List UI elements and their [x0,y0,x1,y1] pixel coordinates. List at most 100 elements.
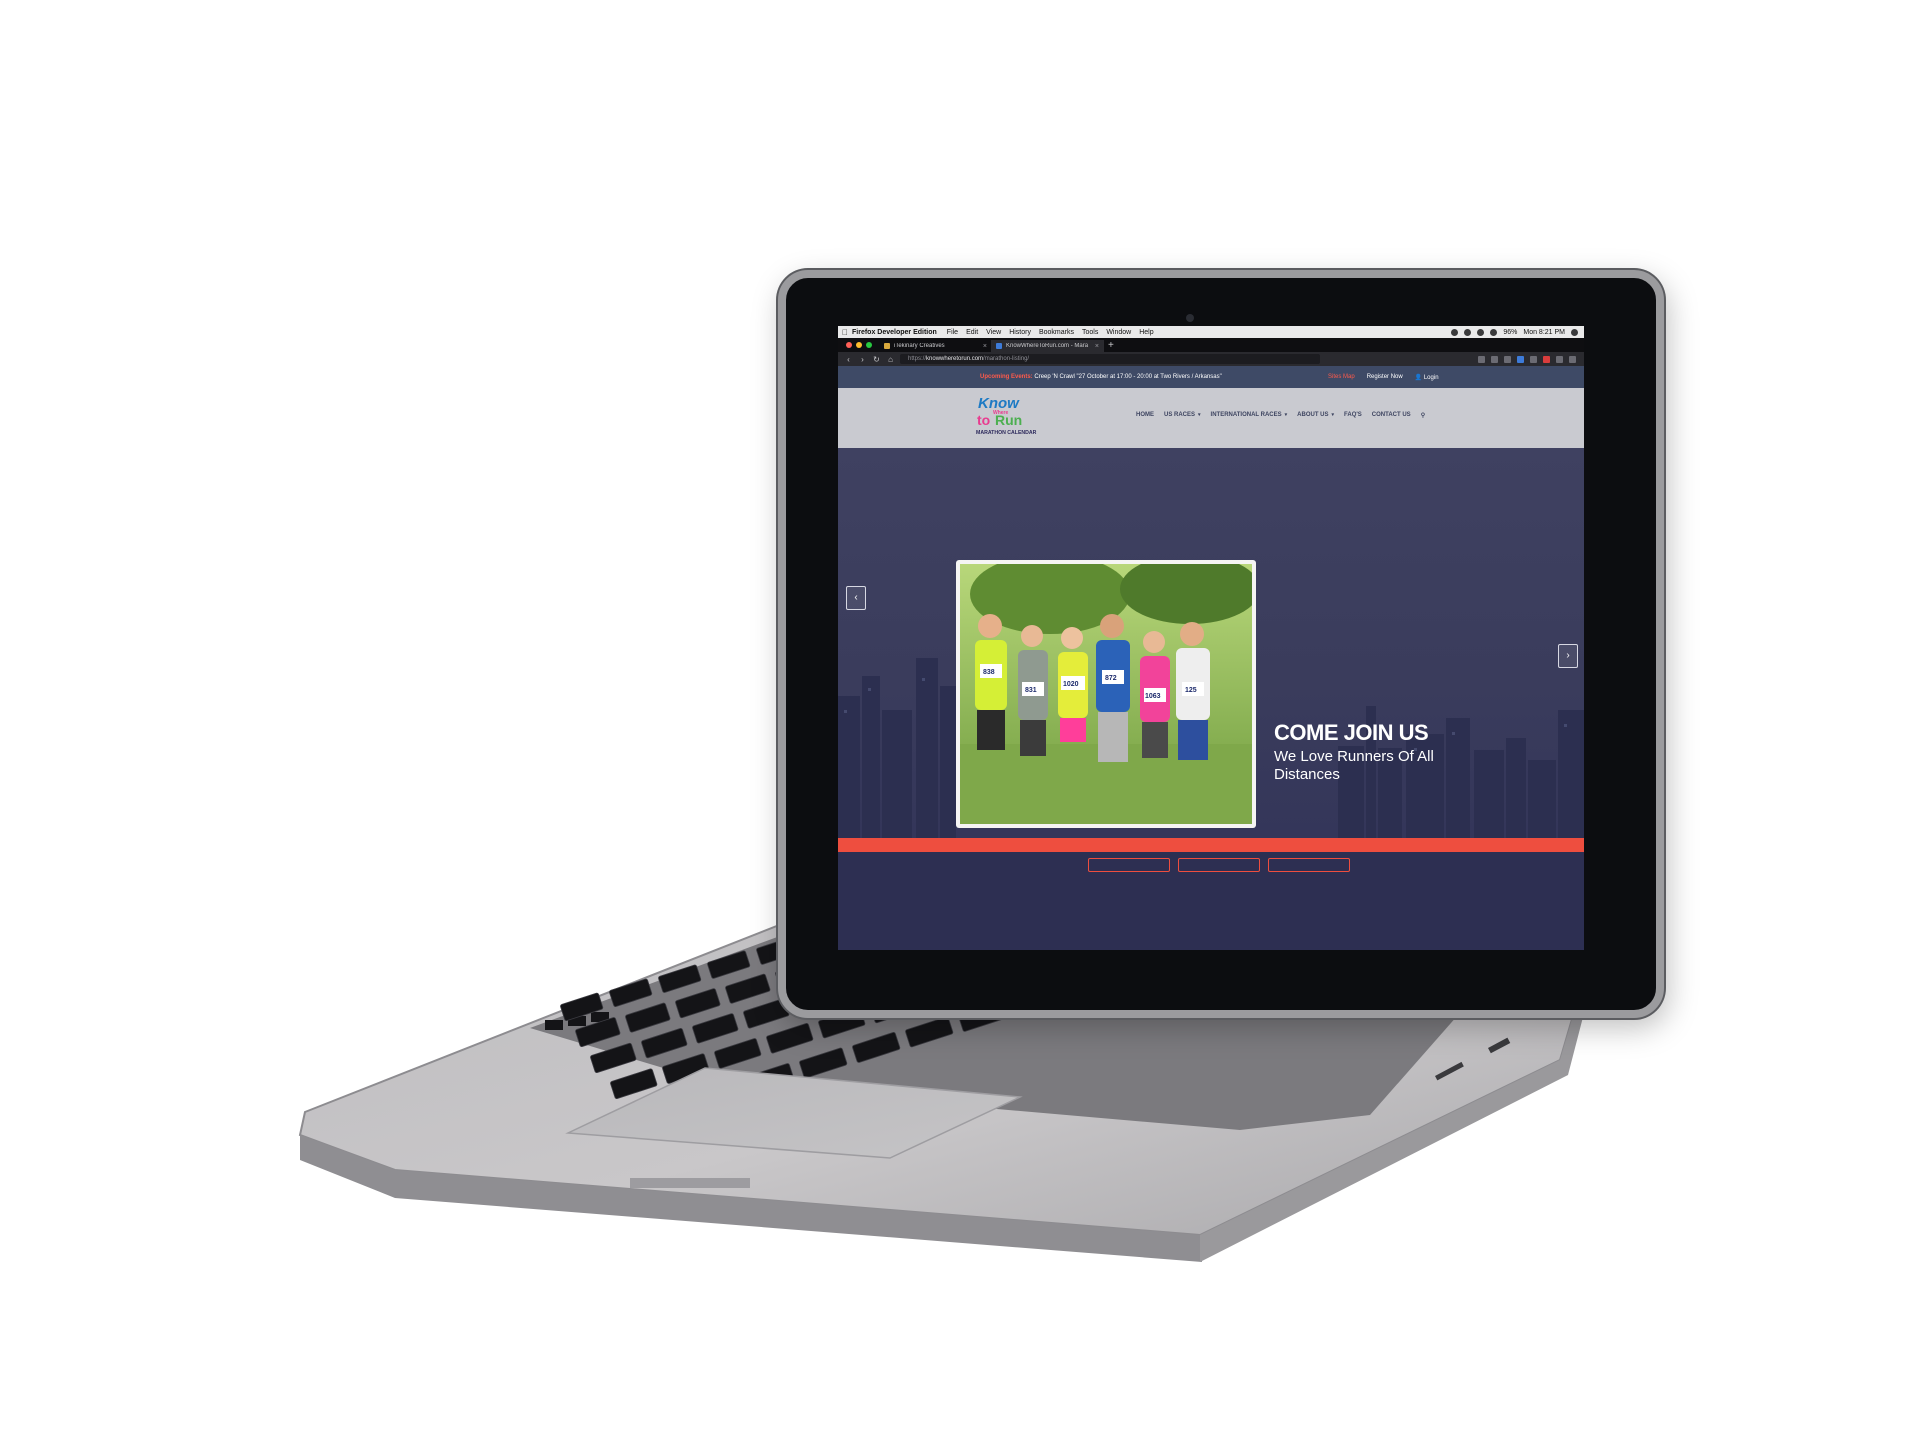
main-nav: HOME US RACES ▾ INTERNATIONAL RACES ▾ ABOU… [1136,412,1425,419]
status-icon[interactable] [1477,328,1485,336]
upcoming-event-link[interactable]: Creep 'N Crawl "27 October at 17:00 - 20… [1034,374,1221,380]
accent-bar [838,838,1584,852]
tab-favicon-icon [996,343,1002,349]
nav-us-races-label: US RACES [1164,412,1196,418]
menu-edit[interactable]: Edit [966,329,978,336]
login-link[interactable]: 👤 Login [1415,374,1439,381]
hero-slider: ‹ › 838 831 1020 872 1063 125 COME JOIN … [838,448,1584,838]
upcoming-events: Upcoming Events: Creep 'N Crawl "27 Octo… [980,374,1222,380]
minimize-window-icon[interactable] [856,342,862,348]
chevron-down-icon: ▾ [1331,412,1335,418]
macos-menubar:  Firefox Developer Edition File Edit Vi… [838,326,1584,338]
login-label: Login [1423,375,1439,381]
bib-number: 872 [1105,675,1117,682]
slider-prev-button[interactable]: ‹ [846,586,866,610]
web-page: Upcoming Events: Creep 'N Crawl "27 Octo… [838,366,1584,950]
menubar-clock[interactable]: Mon 8:21 PM [1523,329,1565,336]
nav-home[interactable]: HOME [1136,412,1154,419]
browser-tabbar: iTekinary Creatives × KnowWhereToRun.com… [838,338,1584,352]
nav-contact-us[interactable]: CONTACT US [1372,412,1411,419]
search-icon[interactable]: ⚲ [1421,412,1425,419]
url-domain: knowwheretorun.com [926,356,984,362]
window-controls [838,342,880,348]
chevron-down-icon: ▾ [1198,412,1201,418]
menu-history[interactable]: History [1009,329,1031,336]
hero-subtitle: We Love Runners Of All Distances [1274,748,1434,783]
extension-icon[interactable] [1478,355,1485,363]
slider-next-button[interactable]: › [1558,644,1578,668]
announcement-bar: Upcoming Events: Creep 'N Crawl "27 Octo… [838,366,1584,388]
browser-tab-active[interactable]: KnowWhereToRun.com - Mara × [992,340,1104,352]
extension-toolbar [1478,355,1584,363]
extension-icon[interactable] [1530,355,1537,363]
nav-about-us[interactable]: ABOUT US ▾ [1297,412,1334,419]
menu-window[interactable]: Window [1106,329,1131,336]
hero-photo-frame: 838 831 1020 872 1063 125 [956,560,1256,828]
menubar-status-area: 96% Mon 8:21 PM [1451,328,1584,336]
bib-number: 1020 [1063,681,1079,688]
menu-bookmarks[interactable]: Bookmarks [1039,329,1074,336]
logo-text-run: Run [995,412,1022,428]
menu-help[interactable]: Help [1139,329,1153,336]
extension-icon[interactable] [1504,355,1511,363]
status-icon[interactable] [1451,328,1459,336]
sitemap-link[interactable]: Sites Map [1328,374,1355,381]
laptop-screen:  Firefox Developer Edition File Edit Vi… [838,326,1584,950]
wifi-icon[interactable] [1490,328,1498,336]
chevron-down-icon: ▾ [1284,412,1288,418]
nav-about-us-label: ABOUT US [1297,412,1329,418]
bib-number: 125 [1185,687,1197,694]
url-bar[interactable]: https:// knowwheretorun.com /marathon-li… [900,354,1320,364]
menu-icon[interactable] [1569,355,1576,363]
extension-icon[interactable] [1491,355,1498,363]
site-logo[interactable]: Know Where to Run MARATHON CALENDAR [973,394,1037,444]
extension-icon[interactable] [1517,355,1524,363]
chevron-left-icon: ‹ [854,592,858,603]
zoom-window-icon[interactable] [866,342,872,348]
browser-tab[interactable]: iTekinary Creatives × [880,340,992,352]
tab-title: KnowWhereToRun.com - Mara [1006,343,1089,349]
url-path: /marathon-listing/ [983,356,1030,362]
nav-us-races[interactable]: US RACES ▾ [1164,412,1201,419]
status-icon[interactable] [1464,328,1472,336]
menu-view[interactable]: View [986,329,1001,336]
runners-photo: 838 831 1020 872 1063 125 [960,564,1252,824]
bib-number: 831 [1025,687,1037,694]
filter-field[interactable] [1268,858,1350,872]
close-tab-icon[interactable]: × [983,343,987,350]
webcam [1186,314,1194,322]
back-icon[interactable]: ‹ [844,355,853,364]
top-links: Sites Map Register Now 👤 Login [1328,374,1439,381]
tab-title: iTekinary Creatives [894,343,945,349]
filter-field[interactable] [1088,858,1170,872]
new-tab-icon[interactable]: + [1108,340,1114,351]
site-header: Know Where to Run MARATHON CALENDAR HOME… [838,388,1584,448]
search-section [838,852,1584,950]
extension-icon[interactable] [1556,355,1563,363]
filter-field[interactable] [1178,858,1260,872]
nav-international-races[interactable]: INTERNATIONAL RACES ▾ [1211,412,1288,419]
close-window-icon[interactable] [846,342,852,348]
register-link[interactable]: Register Now [1367,374,1403,381]
close-tab-icon[interactable]: × [1095,343,1099,350]
extension-icon[interactable] [1543,355,1550,363]
laptop-scene:  Firefox Developer Edition File Edit Vi… [0,0,1920,1440]
home-icon[interactable]: ⌂ [886,355,895,364]
spotlight-icon[interactable] [1571,328,1578,336]
reload-icon[interactable]: ↻ [872,355,881,364]
nav-faqs[interactable]: FAQ'S [1344,412,1362,419]
logo-tagline: MARATHON CALENDAR [976,430,1037,436]
apple-icon[interactable]:  [838,328,852,337]
forward-icon[interactable]: › [858,355,867,364]
chevron-right-icon: › [1566,650,1570,661]
tab-favicon-icon [884,343,890,349]
battery-percent[interactable]: 96% [1503,329,1517,336]
bib-number: 838 [983,669,995,676]
menu-file[interactable]: File [947,329,958,336]
hero-title: COME JOIN US [1274,720,1429,745]
app-name[interactable]: Firefox Developer Edition [852,329,937,336]
bib-number: 1063 [1145,693,1161,700]
url-prefix: https:// [908,356,927,362]
menu-tools[interactable]: Tools [1082,329,1098,336]
upcoming-events-label: Upcoming Events: [980,374,1033,380]
